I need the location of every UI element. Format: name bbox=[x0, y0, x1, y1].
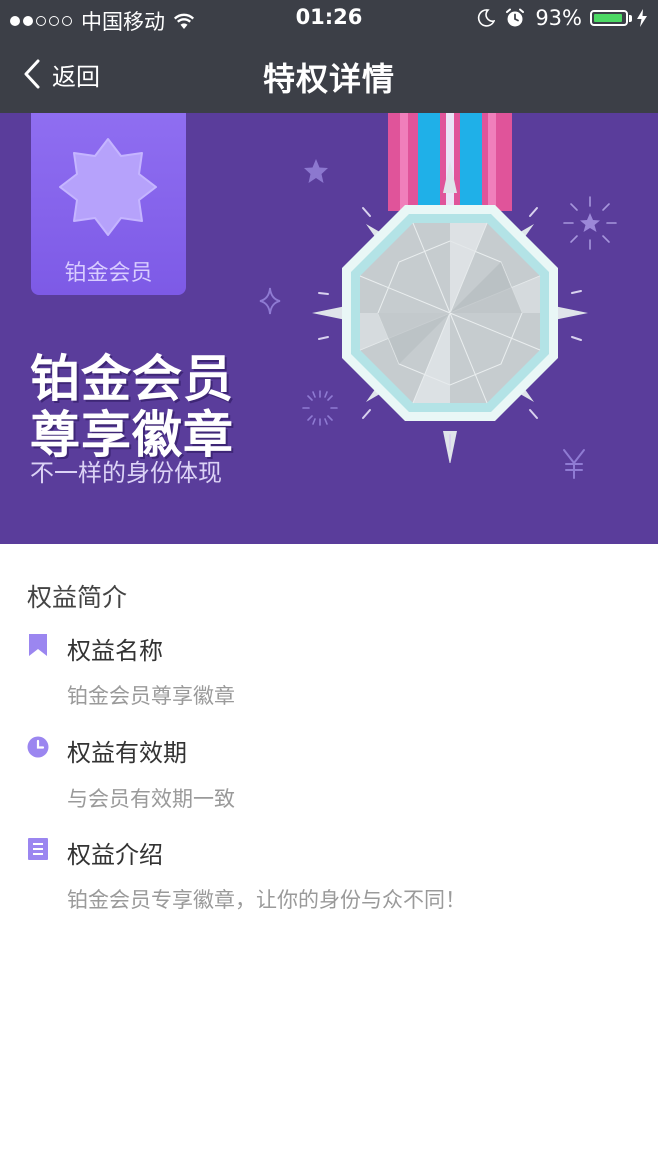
battery-level-fill bbox=[594, 14, 622, 22]
banner: 铂金会员 铂金会员 尊享徽章 不一样的身份体现 bbox=[0, 113, 658, 544]
diamond-medal-icon bbox=[312, 113, 588, 463]
sparkle-decoration-icon bbox=[259, 287, 281, 315]
status-right: 93% bbox=[477, 6, 648, 30]
charging-bolt-icon bbox=[637, 9, 647, 27]
moon-icon bbox=[478, 9, 496, 27]
member-tag: 铂金会员 bbox=[31, 113, 186, 295]
section-title: 权益简介 bbox=[27, 583, 128, 612]
nav-bar: 返回 特权详情 bbox=[0, 36, 658, 113]
tag-label: 铂金会员 bbox=[64, 261, 153, 286]
headline-subline: 不一样的身份体现 bbox=[30, 459, 222, 487]
battery-cap bbox=[629, 14, 632, 22]
page-title: 特权详情 bbox=[262, 60, 395, 98]
clock-icon bbox=[27, 736, 49, 758]
status-bar: 中国移动 01:26 93% bbox=[0, 0, 658, 36]
item-title-validity: 权益有效期 bbox=[67, 739, 187, 767]
battery-percent: 93% bbox=[535, 6, 582, 30]
battery-icon bbox=[590, 10, 628, 26]
item-title-intro: 权益介绍 bbox=[67, 841, 163, 869]
item-desc-validity: 与会员有效期一致 bbox=[67, 787, 235, 811]
bookmark-icon bbox=[29, 634, 47, 656]
alarm-icon bbox=[506, 8, 525, 27]
item-desc-name: 铂金会员尊享徽章 bbox=[67, 684, 235, 708]
badge-star-icon bbox=[59, 138, 157, 236]
item-title-name: 权益名称 bbox=[67, 637, 163, 665]
item-desc-intro: 铂金会员专享徽章，让你的身份与众不同！ bbox=[67, 888, 466, 912]
document-icon bbox=[28, 838, 48, 860]
